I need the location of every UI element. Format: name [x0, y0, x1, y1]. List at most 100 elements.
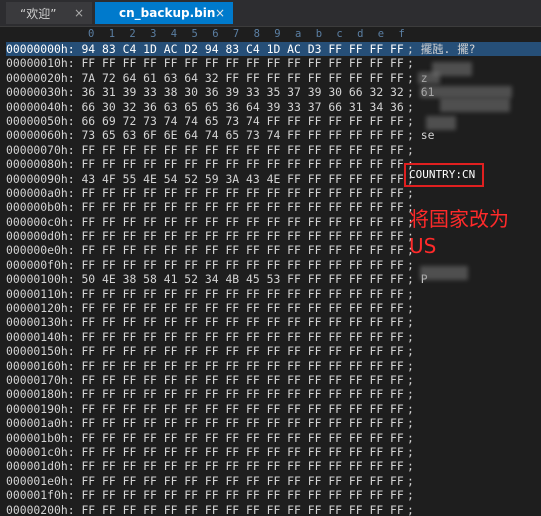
hex-row[interactable]: 00000200h: FF FF FF FF FF FF FF FF FF FF…	[6, 503, 541, 516]
row-hex-bytes[interactable]: FF FF FF FF FF FF FF FF FF FF FF FF FF F…	[81, 157, 403, 171]
row-ascii[interactable]: ;	[407, 301, 414, 315]
row-address: 00000000h:	[6, 42, 75, 56]
row-hex-bytes[interactable]: FF FF FF FF FF FF FF FF FF FF FF FF FF F…	[81, 416, 403, 430]
hex-row[interactable]: 000001f0h: FF FF FF FF FF FF FF FF FF FF…	[6, 488, 541, 502]
hex-row[interactable]: 00000110h: FF FF FF FF FF FF FF FF FF FF…	[6, 287, 541, 301]
hex-row[interactable]: 000000a0h: FF FF FF FF FF FF FF FF FF FF…	[6, 186, 541, 200]
row-hex-bytes[interactable]: FF FF FF FF FF FF FF FF FF FF FF FF FF F…	[81, 186, 403, 200]
hex-row[interactable]: 000001e0h: FF FF FF FF FF FF FF FF FF FF…	[6, 474, 541, 488]
row-hex-bytes[interactable]: FF FF FF FF FF FF FF FF FF FF FF FF FF F…	[81, 503, 403, 516]
row-hex-bytes[interactable]: FF FF FF FF FF FF FF FF FF FF FF FF FF F…	[81, 330, 403, 344]
row-address: 000000c0h:	[6, 214, 75, 229]
row-hex-bytes[interactable]: 73 65 63 6F 6E 64 74 65 73 74 FF FF FF F…	[81, 128, 403, 142]
tab-cn-backup[interactable]: cn_backup.bin ×	[95, 2, 233, 24]
row-hex-bytes[interactable]: FF FF FF FF FF FF FF FF FF FF FF FF FF F…	[81, 315, 403, 329]
hex-row[interactable]: 00000050h: 66 69 72 73 74 74 65 73 74 FF…	[6, 114, 541, 128]
row-ascii[interactable]: ;	[407, 503, 414, 516]
row-hex-bytes[interactable]: FF FF FF FF FF FF FF FF FF FF FF FF FF F…	[81, 459, 403, 473]
redaction-blur	[420, 266, 468, 280]
hex-row[interactable]: 00000000h: 94 83 C4 1D AC D2 94 83 C4 1D…	[6, 42, 541, 57]
row-ascii[interactable]: ;	[407, 459, 414, 473]
row-hex-bytes[interactable]: FF FF FF FF FF FF FF FF FF FF FF FF FF F…	[81, 258, 403, 272]
hex-row[interactable]: 000001d0h: FF FF FF FF FF FF FF FF FF FF…	[6, 459, 541, 473]
row-ascii[interactable]: ;	[407, 287, 414, 301]
row-hex-bytes[interactable]: 43 4F 55 4E 54 52 59 3A 43 4E FF FF FF F…	[81, 172, 403, 186]
hex-row[interactable]: 000001b0h: FF FF FF FF FF FF FF FF FF FF…	[6, 431, 541, 445]
row-ascii[interactable]: ; se	[407, 128, 434, 142]
row-ascii[interactable]: ; 擺瓲. 擺?	[407, 42, 475, 56]
redaction-blur	[426, 116, 456, 130]
row-hex-bytes[interactable]: 7A 72 64 61 63 64 32 FF FF FF FF FF FF F…	[81, 71, 403, 85]
row-hex-bytes[interactable]: FF FF FF FF FF FF FF FF FF FF FF FF FF F…	[81, 56, 403, 70]
row-hex-bytes[interactable]: FF FF FF FF FF FF FF FF FF FF FF FF FF F…	[81, 445, 403, 459]
row-ascii[interactable]: ;	[407, 100, 414, 114]
row-hex-bytes[interactable]: FF FF FF FF FF FF FF FF FF FF FF FF FF F…	[81, 402, 403, 416]
row-ascii[interactable]: ;	[407, 416, 414, 430]
hex-row[interactable]: 00000120h: FF FF FF FF FF FF FF FF FF FF…	[6, 301, 541, 315]
row-address: 00000150h:	[6, 344, 75, 359]
row-hex-bytes[interactable]: FF FF FF FF FF FF FF FF FF FF FF FF FF F…	[81, 200, 403, 214]
row-hex-bytes[interactable]: FF FF FF FF FF FF FF FF FF FF FF FF FF F…	[81, 301, 403, 315]
row-address: 000001d0h:	[6, 459, 75, 474]
row-hex-bytes[interactable]: FF FF FF FF FF FF FF FF FF FF FF FF FF F…	[81, 387, 403, 401]
row-ascii[interactable]: ;	[407, 56, 414, 70]
row-hex-bytes[interactable]: FF FF FF FF FF FF FF FF FF FF FF FF FF F…	[81, 488, 403, 502]
hex-row[interactable]: 00000180h: FF FF FF FF FF FF FF FF FF FF…	[6, 387, 541, 401]
hex-row[interactable]: 00000060h: 73 65 63 6F 6E 64 74 65 73 74…	[6, 128, 541, 142]
hex-row[interactable]: 00000140h: FF FF FF FF FF FF FF FF FF FF…	[6, 330, 541, 344]
ruler-col-0: 0	[88, 28, 95, 40]
row-hex-bytes[interactable]: FF FF FF FF FF FF FF FF FF FF FF FF FF F…	[81, 143, 403, 157]
hex-row[interactable]: 00000130h: FF FF FF FF FF FF FF FF FF FF…	[6, 315, 541, 329]
row-hex-bytes[interactable]: FF FF FF FF FF FF FF FF FF FF FF FF FF F…	[81, 287, 403, 301]
hex-row[interactable]: 000001a0h: FF FF FF FF FF FF FF FF FF FF…	[6, 416, 541, 430]
row-ascii[interactable]: ;	[407, 488, 414, 502]
row-ascii[interactable]: ;	[407, 402, 414, 416]
ruler-col-4: 4	[170, 28, 178, 40]
row-hex-bytes[interactable]: 94 83 C4 1D AC D2 94 83 C4 1D AC D3 FF F…	[81, 42, 403, 56]
row-hex-bytes[interactable]: FF FF FF FF FF FF FF FF FF FF FF FF FF F…	[81, 215, 403, 229]
row-hex-bytes[interactable]: 50 4E 38 58 41 52 34 4B 45 53 FF FF FF F…	[81, 272, 403, 286]
row-ascii[interactable]: ;	[407, 186, 414, 200]
row-hex-bytes[interactable]: FF FF FF FF FF FF FF FF FF FF FF FF FF F…	[81, 359, 403, 373]
row-ascii[interactable]: ;	[407, 474, 414, 488]
row-hex-bytes[interactable]: 36 31 39 33 38 30 36 39 33 35 37 39 30 6…	[81, 85, 403, 99]
row-ascii[interactable]: ;	[407, 431, 414, 445]
row-ascii[interactable]: ;	[407, 373, 414, 387]
row-hex-bytes[interactable]: FF FF FF FF FF FF FF FF FF FF FF FF FF F…	[81, 344, 403, 358]
close-icon[interactable]: ×	[74, 6, 84, 20]
row-address: 00000140h:	[6, 329, 75, 344]
row-hex-bytes[interactable]: FF FF FF FF FF FF FF FF FF FF FF FF FF F…	[81, 431, 403, 445]
tab-welcome[interactable]: “欢迎” ×	[6, 2, 92, 24]
row-ascii[interactable]: ;	[407, 330, 414, 344]
hex-row[interactable]: 000001c0h: FF FF FF FF FF FF FF FF FF FF…	[6, 445, 541, 459]
hex-row[interactable]: 00000190h: FF FF FF FF FF FF FF FF FF FF…	[6, 402, 541, 416]
row-ascii[interactable]: ;	[407, 387, 414, 401]
row-ascii[interactable]: ;	[407, 258, 414, 272]
row-hex-bytes[interactable]: 66 30 32 36 63 65 65 36 64 39 33 37 66 3…	[81, 100, 403, 114]
close-icon[interactable]: ×	[215, 6, 225, 20]
row-address: 00000040h:	[6, 99, 75, 114]
row-ascii[interactable]: ;	[407, 359, 414, 373]
hex-row[interactable]: 00000160h: FF FF FF FF FF FF FF FF FF FF…	[6, 359, 541, 373]
row-ascii[interactable]: ;	[407, 143, 414, 157]
row-ascii[interactable]: ;	[407, 445, 414, 459]
row-hex-bytes[interactable]: FF FF FF FF FF FF FF FF FF FF FF FF FF F…	[81, 474, 403, 488]
hex-row[interactable]: 00000150h: FF FF FF FF FF FF FF FF FF FF…	[6, 344, 541, 358]
ruler-col-8: 8	[253, 28, 260, 40]
row-address: 00000100h:	[6, 272, 75, 287]
ruler-col-c: c	[336, 28, 343, 40]
row-address: 000001e0h:	[6, 473, 75, 488]
row-ascii[interactable]: ;	[407, 315, 414, 329]
hex-row[interactable]: 00000170h: FF FF FF FF FF FF FF FF FF FF…	[6, 373, 541, 387]
row-address: 00000190h:	[6, 401, 75, 416]
tab-bar: “欢迎” × cn_backup.bin ×	[0, 0, 541, 27]
row-hex-bytes[interactable]: FF FF FF FF FF FF FF FF FF FF FF FF FF F…	[81, 243, 403, 257]
hex-row[interactable]: 00000070h: FF FF FF FF FF FF FF FF FF FF…	[6, 143, 541, 157]
row-hex-bytes[interactable]: FF FF FF FF FF FF FF FF FF FF FF FF FF F…	[81, 229, 403, 243]
row-ascii[interactable]: ;	[407, 344, 414, 358]
row-ascii[interactable]: ;	[407, 114, 414, 128]
row-address: 000000e0h:	[6, 243, 75, 258]
row-hex-bytes[interactable]: 66 69 72 73 74 74 65 73 74 FF FF FF FF F…	[81, 114, 403, 128]
row-hex-bytes[interactable]: FF FF FF FF FF FF FF FF FF FF FF FF FF F…	[81, 373, 403, 387]
ruler-col-3: 3	[150, 28, 157, 40]
